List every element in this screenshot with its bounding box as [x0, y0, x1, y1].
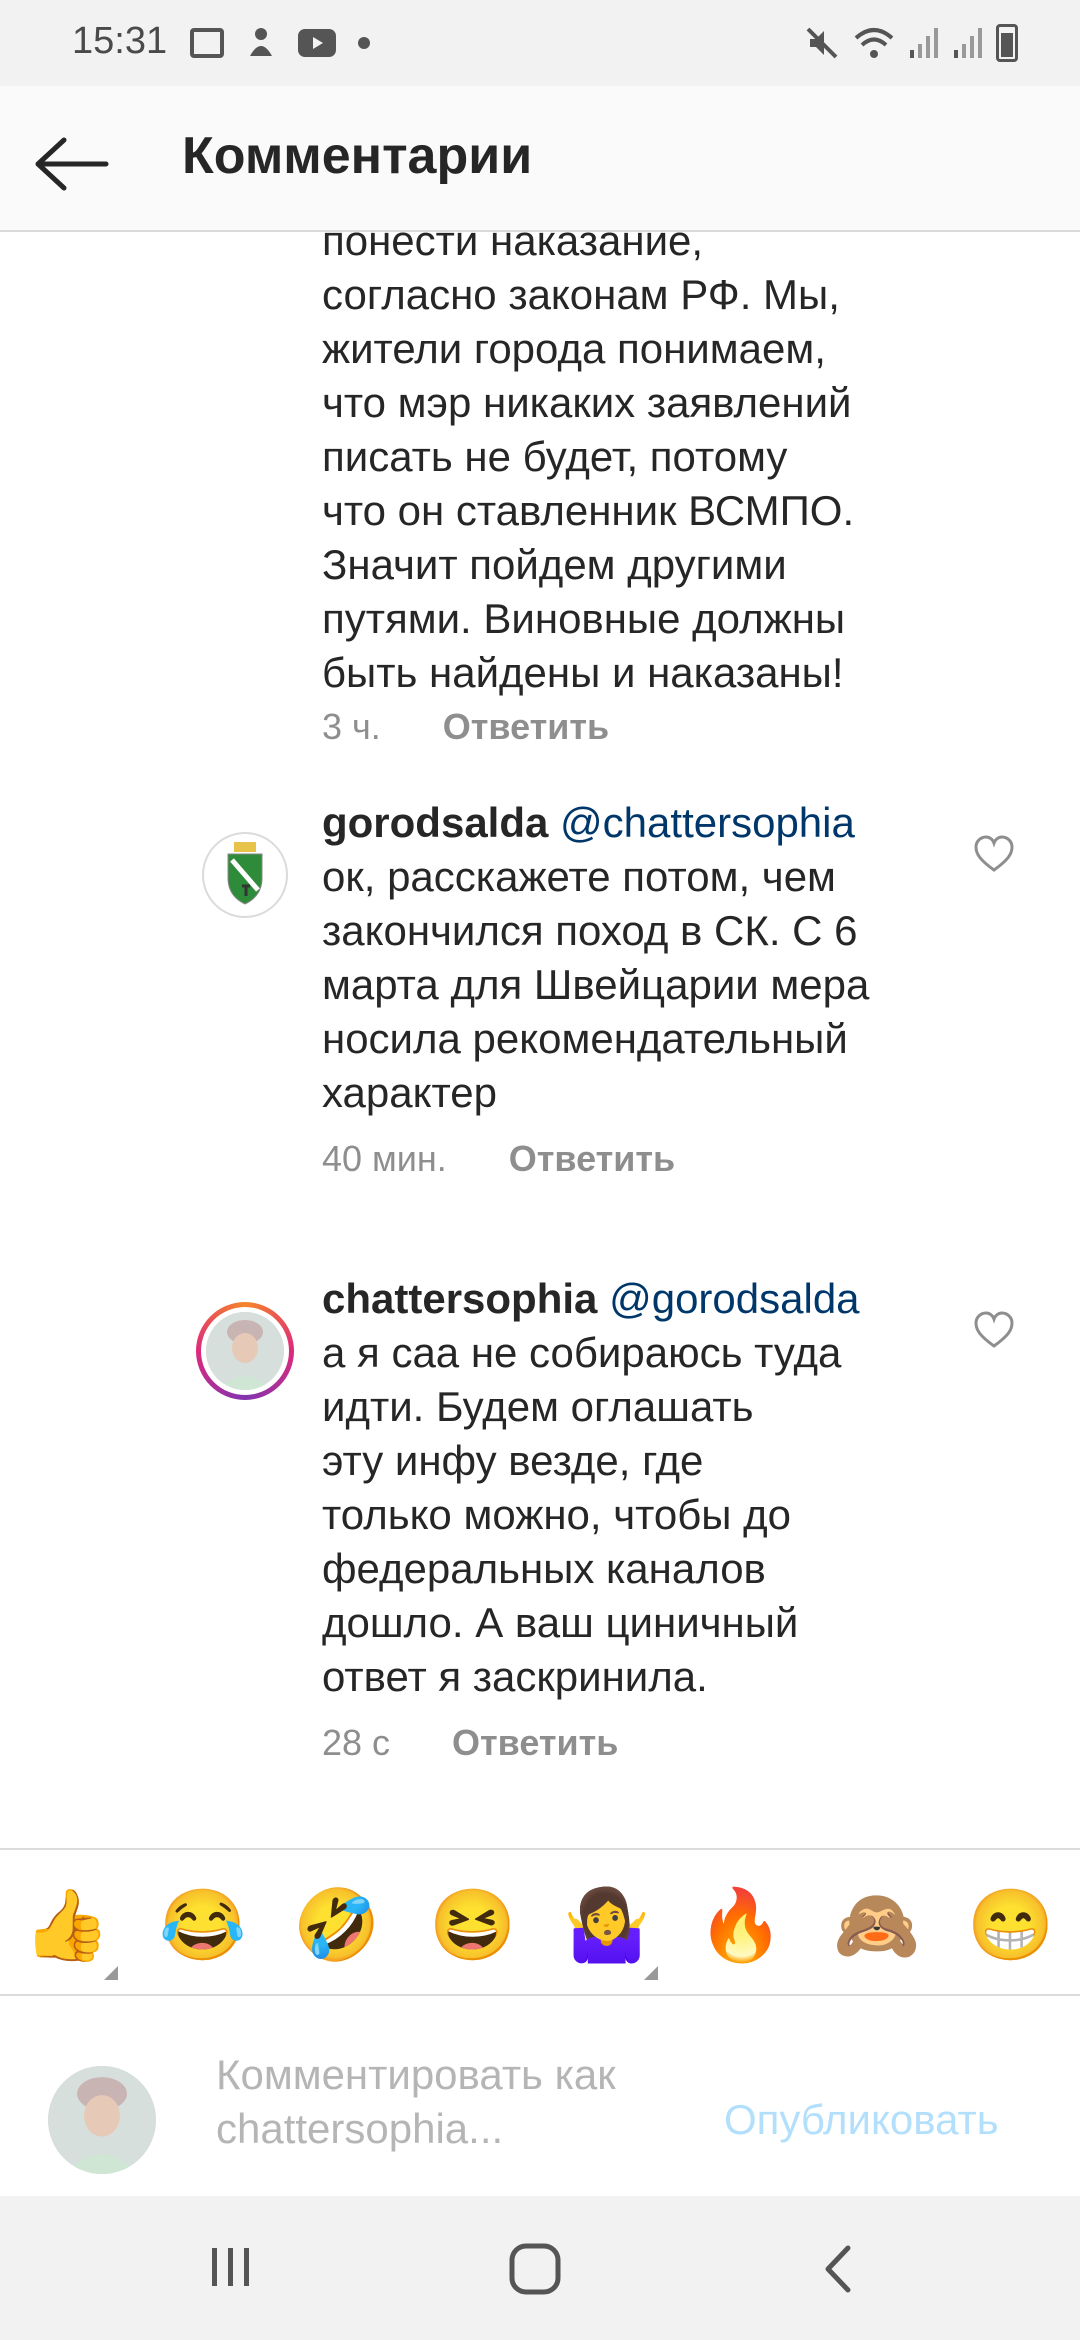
comment-input-row: Комментировать как chattersophia... Опуб… — [0, 1996, 1080, 2196]
reply-button[interactable]: Ответить — [443, 706, 609, 748]
mute-icon — [806, 27, 838, 59]
comment-mention[interactable]: @gorodsalda — [609, 1275, 859, 1322]
notification-icon — [250, 28, 272, 56]
skin-tone-corner-icon — [104, 1966, 118, 1980]
youtube-icon — [298, 29, 336, 57]
comment-username[interactable]: chattersophia — [322, 1275, 597, 1322]
avatar[interactable] — [196, 1302, 294, 1400]
arrow-left-icon — [35, 137, 109, 191]
avatar — [48, 2066, 156, 2174]
home-icon[interactable] — [508, 2242, 562, 2296]
heart-icon[interactable] — [972, 832, 1016, 876]
signal-icon — [954, 28, 982, 58]
skin-tone-corner-icon — [644, 1966, 658, 1980]
comment-time: 28 с — [322, 1722, 391, 1763]
comment-time: 3 ч. — [322, 706, 381, 747]
battery-icon — [996, 24, 1018, 62]
comment-input[interactable]: Комментировать как chattersophia... — [216, 2048, 686, 2156]
status-time: 15:31 — [72, 20, 168, 62]
comment-text: понести наказание, согласно законам РФ. … — [322, 232, 855, 696]
signal-icon — [910, 28, 938, 58]
comments-list[interactable]: понести наказание, согласно законам РФ. … — [0, 232, 1080, 1848]
emoji-see-no-evil[interactable]: 🙈 — [832, 1880, 922, 1970]
comment-username[interactable]: gorodsalda — [322, 799, 548, 846]
heart-icon[interactable] — [972, 1308, 1016, 1352]
comment-text: gorodsalda @chattersophia ок, расскажете… — [322, 799, 870, 1116]
emoji-thumbs-up[interactable]: 👍 — [22, 1880, 112, 1970]
system-nav-bar — [0, 2196, 1080, 2340]
image-icon — [190, 28, 224, 58]
back-button[interactable] — [24, 116, 120, 212]
user-photo-icon — [48, 2066, 156, 2174]
comment-mention[interactable]: @chattersophia — [560, 799, 855, 846]
status-bar: 15:31 — [0, 0, 1080, 86]
comment-text: chattersophia @gorodsalda а я саа не соб… — [322, 1275, 860, 1700]
emoji-rofl[interactable]: 🤣 — [292, 1880, 382, 1970]
comment-time: 40 мин. — [322, 1138, 447, 1179]
emoji-bar: 👍 😂 🤣 😆 🤷‍♀️ 🔥 🙈 😁 — [0, 1848, 1080, 1996]
recent-apps-icon[interactable] — [206, 2242, 256, 2292]
city-crest-icon — [227, 842, 263, 905]
emoji-fire[interactable]: 🔥 — [696, 1880, 786, 1970]
page-title: Комментарии — [182, 127, 533, 185]
app-bar: Комментарии — [0, 86, 1080, 232]
emoji-grin[interactable]: 😁 — [966, 1880, 1056, 1970]
comment-item: понести наказание, согласно законам РФ. … — [322, 232, 942, 747]
back-nav-icon[interactable] — [818, 2242, 858, 2296]
wifi-icon — [854, 28, 894, 58]
avatar[interactable] — [202, 832, 288, 918]
user-photo-icon — [206, 1312, 284, 1390]
publish-button[interactable]: Опубликовать — [724, 2096, 999, 2144]
emoji-laughing[interactable]: 😆 — [428, 1880, 518, 1970]
reply-button[interactable]: Ответить — [452, 1722, 618, 1764]
emoji-joy[interactable]: 😂 — [158, 1880, 248, 1970]
emoji-shrug[interactable]: 🤷‍♀️ — [562, 1880, 652, 1970]
dot-icon — [358, 37, 370, 49]
reply-button[interactable]: Ответить — [509, 1138, 675, 1180]
